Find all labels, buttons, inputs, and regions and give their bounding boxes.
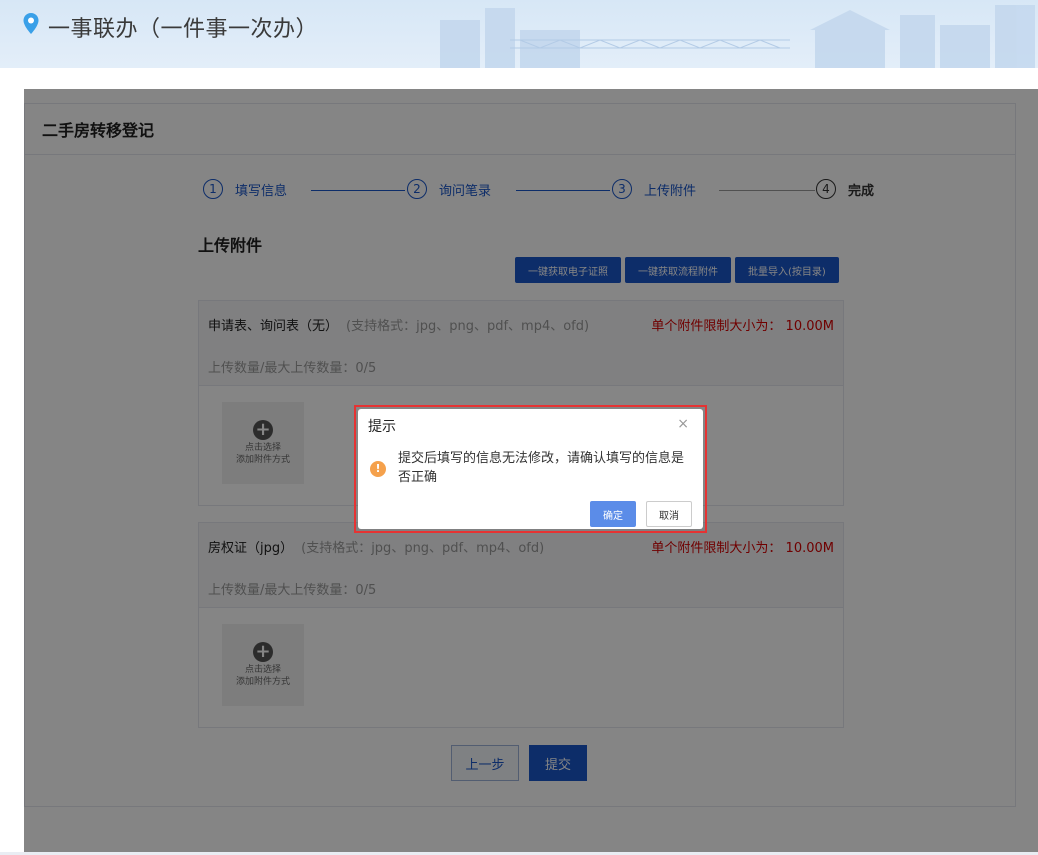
close-icon[interactable]: × <box>677 416 689 432</box>
dialog-message: 提交后填写的信息无法修改，请确认填写的信息是否正确 <box>398 451 685 485</box>
warning-icon: ! <box>370 461 386 477</box>
confirm-dialog: 提示 × ! 提交后填写的信息无法修改，请确认填写的信息是否正确 确定 取消 <box>358 409 703 529</box>
skyline-banner-graphic <box>440 5 1035 68</box>
app-title: 一事联办（一件事一次办） <box>48 17 319 42</box>
confirm-button[interactable]: 确定 <box>590 501 636 527</box>
dialog-title: 提示 <box>368 419 396 435</box>
cancel-button[interactable]: 取消 <box>646 501 692 527</box>
app-header: 一事联办（一件事一次办） <box>0 0 1038 68</box>
location-pin-icon <box>23 13 39 34</box>
